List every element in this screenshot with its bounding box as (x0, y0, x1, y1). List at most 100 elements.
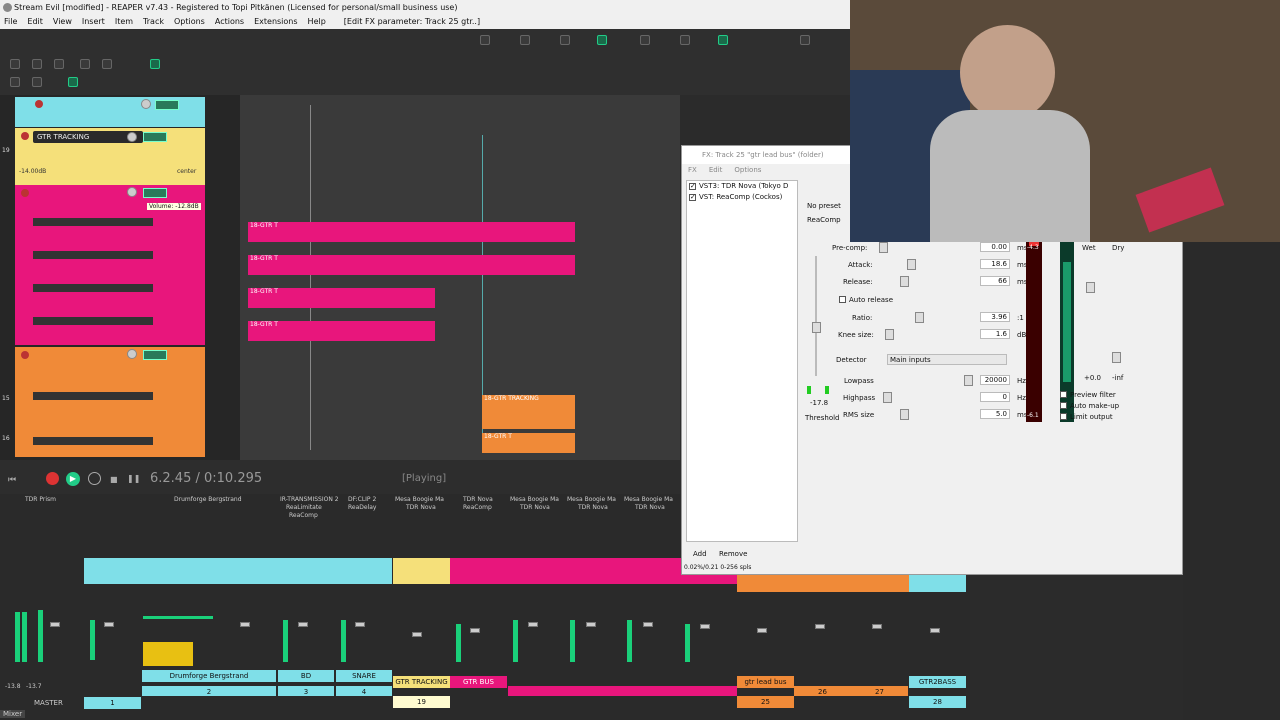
param-value[interactable]: 20000 (980, 375, 1010, 385)
ratio-slider[interactable] (915, 312, 924, 323)
fx-slot[interactable]: Mesa Boogie Ma (624, 496, 673, 503)
track-buttons[interactable] (143, 188, 167, 198)
marker-icon[interactable] (680, 35, 690, 45)
fx-slot[interactable]: TDR Nova (635, 504, 665, 511)
redo-icon[interactable] (102, 59, 112, 69)
record-arm-icon[interactable] (35, 100, 43, 108)
fx-enable-checkbox[interactable] (689, 181, 696, 192)
menu-file[interactable]: File (4, 15, 17, 29)
volume-knob[interactable] (127, 132, 137, 142)
channel-fader[interactable] (815, 624, 825, 629)
loop-icon[interactable] (560, 35, 570, 45)
auto-release-checkbox[interactable] (839, 296, 846, 303)
param-value[interactable]: 5.0 (980, 409, 1010, 419)
record-arm-icon[interactable] (21, 351, 29, 359)
threshold-slider[interactable] (812, 322, 821, 333)
volume-knob[interactable] (127, 349, 137, 359)
volume-knob[interactable] (141, 99, 151, 109)
track-buttons[interactable] (155, 100, 179, 110)
master-fader[interactable] (50, 622, 60, 627)
precomp-slider[interactable] (879, 242, 888, 253)
fx-menu-options[interactable]: Options (734, 166, 761, 178)
volume-knob[interactable] (127, 187, 137, 197)
menu-item[interactable]: Item (115, 15, 133, 29)
param-value[interactable]: 18.6 (980, 259, 1010, 269)
undo-icon[interactable] (80, 59, 90, 69)
wet-slider[interactable] (1086, 282, 1095, 293)
param-value[interactable]: 3.96 (980, 312, 1010, 322)
channel-fader[interactable] (757, 628, 767, 633)
knee-slider[interactable] (885, 329, 894, 340)
channel-fader[interactable] (470, 628, 480, 633)
channel-name[interactable]: GTR TRACKING (393, 676, 450, 688)
open-project-icon[interactable] (32, 59, 42, 69)
track-buttons[interactable] (143, 132, 167, 142)
fx-slot[interactable]: Drumforge Bergstrand (174, 496, 242, 503)
fx-list-item[interactable]: VST3: TDR Nova (Tokyo D (687, 181, 797, 192)
channel-fader[interactable] (930, 628, 940, 633)
loop-icon[interactable] (88, 472, 101, 485)
track-gtr-lead-bus-folder[interactable] (15, 347, 205, 457)
channel-name[interactable]: GTR2BASS (909, 676, 966, 688)
channel-fader[interactable] (528, 622, 538, 627)
preview-filter-checkbox[interactable] (1060, 391, 1067, 398)
fx-list-item[interactable]: VST: ReaComp (Cockos) (687, 192, 797, 203)
media-item[interactable]: 18-GTR T (248, 321, 435, 341)
settings-icon[interactable] (800, 35, 810, 45)
arrange-view[interactable]: 18-GTR T 18-GTR T 18-GTR T 18-GTR T 18-G… (240, 95, 680, 460)
grid-icon[interactable] (32, 77, 42, 87)
channel-fader[interactable] (700, 624, 710, 629)
media-item[interactable]: 18-GTR T (248, 222, 575, 242)
child-track-6[interactable] (33, 437, 153, 445)
fx-enable-checkbox[interactable] (689, 192, 696, 203)
fx-menu-edit[interactable]: Edit (709, 166, 723, 178)
menu-view[interactable]: View (53, 15, 72, 29)
fx-slot[interactable]: DF:CLIP 2 (348, 496, 376, 503)
metronome-icon[interactable] (10, 77, 20, 87)
fx-slot[interactable]: Mesa Boogie Ma (567, 496, 616, 503)
rms-slider[interactable] (900, 409, 909, 420)
fx-slot[interactable]: IR-TRANSMISSION 2 (280, 496, 339, 503)
child-track-3[interactable] (33, 284, 153, 292)
fx-slot[interactable]: ReaLimitate (286, 504, 322, 511)
track-gtr-bus-folder[interactable]: Volume: -12.8dB (15, 185, 205, 345)
child-track-2[interactable] (33, 251, 153, 259)
lock-icon[interactable] (640, 35, 650, 45)
child-track-5[interactable] (33, 392, 153, 400)
media-item[interactable]: 18-GTR TRACKING (482, 395, 575, 429)
limit-output-checkbox[interactable] (1060, 413, 1067, 420)
param-value[interactable]: 1.6 (980, 329, 1010, 339)
menu-options[interactable]: Options (174, 15, 205, 29)
track-drums-folder[interactable] (15, 97, 205, 127)
trim-icon[interactable] (520, 35, 530, 45)
record-icon[interactable] (46, 472, 59, 485)
fx-slot[interactable]: TDR Nova (578, 504, 608, 511)
channel-name[interactable]: GTR BUS (450, 676, 507, 688)
media-item[interactable]: 18-GTR T (248, 255, 575, 275)
add-fx-button[interactable]: Add (693, 550, 707, 558)
fx-slot[interactable]: ReaComp (289, 512, 318, 519)
menu-actions[interactable]: Actions (215, 15, 244, 29)
track-gtr-tracking[interactable]: GTR TRACKING -14.00dB center (15, 128, 205, 185)
lowpass-slider[interactable] (964, 375, 973, 386)
mixer-tab[interactable]: Mixer (0, 710, 26, 718)
fx-slot[interactable]: TDR Nova (463, 496, 493, 503)
menu-extensions[interactable]: Extensions (254, 15, 297, 29)
fx-slot[interactable]: Mesa Boogie Ma (395, 496, 444, 503)
fx-slot[interactable]: ReaComp (463, 504, 492, 511)
edit-cursor-icon[interactable] (718, 35, 728, 45)
channel-name[interactable]: Drumforge Bergstrand (142, 670, 276, 682)
preset-selector[interactable]: No preset (807, 202, 841, 210)
fx-slot[interactable]: TDR Nova (406, 504, 436, 511)
track-buttons[interactable] (143, 350, 167, 360)
channel-name[interactable]: BD (278, 670, 334, 682)
channel-name[interactable]: SNARE (336, 670, 392, 682)
highpass-slider[interactable] (883, 392, 892, 403)
remove-fx-button[interactable]: Remove (719, 550, 747, 558)
menu-help[interactable]: Help (308, 15, 326, 29)
param-value[interactable]: 0 (980, 392, 1010, 402)
menu-track[interactable]: Track (143, 15, 164, 29)
channel-fader[interactable] (586, 622, 596, 627)
new-project-icon[interactable] (10, 59, 20, 69)
auto-makeup-checkbox[interactable] (1060, 402, 1067, 409)
